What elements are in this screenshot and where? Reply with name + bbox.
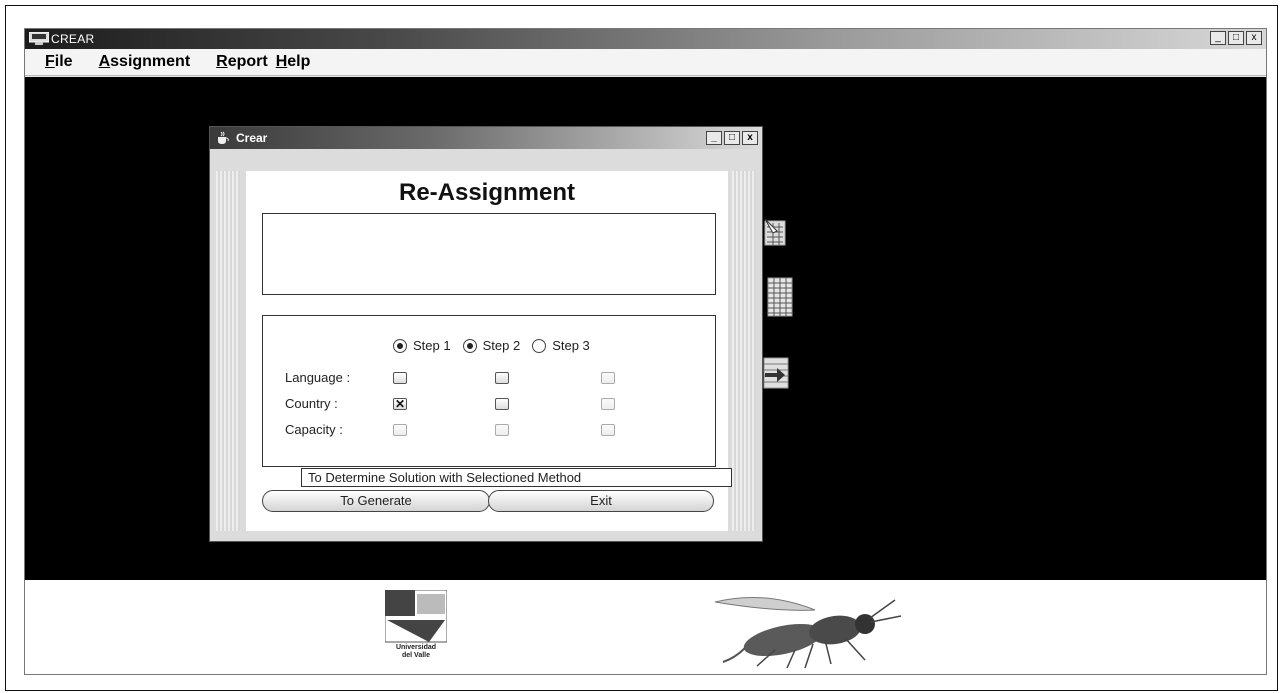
java-cup-icon [218,131,229,144]
step-3-radio[interactable]: Step 3 [532,338,590,353]
country-step1-checkbox[interactable]: ✕ [393,398,407,410]
language-label: Language : [285,370,351,385]
univalle-shield-icon [384,589,448,643]
language-step1-checkbox[interactable] [393,372,407,384]
maximize-button[interactable]: □ [1228,31,1244,45]
dialog-maximize-button[interactable]: □ [724,131,740,145]
wasp-illustration-icon [714,597,902,669]
step-2-radio[interactable]: Step 2 [462,338,520,353]
report-arrow-icon[interactable] [763,357,789,389]
spreadsheet-edit-icon[interactable] [763,217,787,247]
menu-file[interactable]: File [45,53,73,71]
dialog-title: Crear [236,131,268,145]
country-step2-checkbox[interactable] [495,398,509,410]
radio-unselected-icon [532,338,547,353]
menu-report[interactable]: Report [216,53,268,71]
logo-line-1: Universidad [395,644,437,651]
re-assignment-dialog: Crear _ □ x Re-Assignment Step 1 Step 2 … [209,126,763,542]
generate-tooltip: To Determine Solution with Selectioned M… [301,468,732,487]
radio-selected-icon [462,338,477,353]
main-window-title: CREAR [51,32,95,46]
dialog-minimize-button[interactable]: _ [706,131,722,145]
main-titlebar[interactable]: CREAR _ □ x [25,29,1266,49]
dialog-right-border [732,171,756,531]
minimize-button[interactable]: _ [1210,31,1226,45]
dialog-left-border [216,171,240,531]
dialog-heading: Re-Assignment [398,179,576,206]
dialog-titlebar[interactable]: Crear _ □ x [210,127,762,149]
menubar: File Assignment Report Help [25,49,1266,76]
language-step3-checkbox[interactable] [601,372,615,384]
capacity-step2-checkbox[interactable] [495,424,509,436]
step-radio-group: Step 1 Step 2 Step 3 [393,338,602,353]
window-app-icon [29,32,49,45]
language-step2-checkbox[interactable] [495,372,509,384]
step-options-panel: Step 1 Step 2 Step 3 Language : Country … [262,315,716,467]
capacity-step3-checkbox[interactable] [601,424,615,436]
screenshot-frame: CREAR _ □ x File Assignment Report Help [5,5,1278,691]
capacity-label: Capacity : [285,422,343,437]
menu-assignment[interactable]: Assignment [99,53,191,71]
table-grid-icon[interactable] [767,277,793,317]
country-label: Country : [285,396,338,411]
country-step3-checkbox[interactable] [601,398,615,410]
close-button[interactable]: x [1246,31,1262,45]
menu-help[interactable]: Help [276,53,311,71]
capacity-step1-checkbox[interactable] [393,424,407,436]
exit-button[interactable]: Exit [488,490,714,512]
radio-selected-icon [393,338,407,353]
to-generate-button[interactable]: To Generate [262,490,490,512]
footer-area: Universidad del Valle [25,580,1266,674]
dialog-close-button[interactable]: x [742,131,758,145]
logo-line-2: del Valle [401,652,431,659]
step-1-radio[interactable]: Step 1 [393,338,451,353]
universidad-del-valle-logo: Universidad del Valle [384,589,448,668]
result-text-area[interactable] [262,213,716,295]
